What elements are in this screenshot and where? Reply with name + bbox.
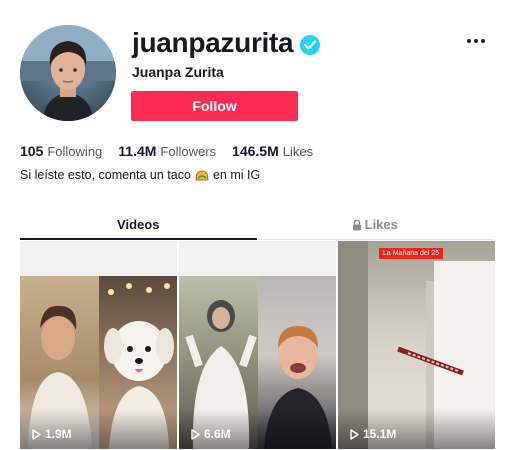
bio-suffix: en mi IG bbox=[212, 168, 261, 182]
likes-count: 146.5M Likes bbox=[232, 143, 313, 159]
followers-count[interactable]: 11.4M Followers bbox=[118, 143, 216, 159]
following-label: Following bbox=[47, 144, 103, 159]
tab-videos-label: Videos bbox=[117, 216, 160, 232]
tab-likes[interactable]: Likes bbox=[256, 210, 493, 240]
profile-avatar bbox=[20, 25, 116, 121]
follow-button[interactable]: Follow bbox=[131, 91, 298, 121]
bio-text: Si leíste esto, comenta un taco bbox=[20, 168, 191, 182]
play-icon bbox=[191, 428, 200, 440]
view-count-value: 6.6M bbox=[204, 427, 231, 441]
view-count: 1.9M bbox=[32, 427, 72, 441]
video-badge: La Mañana del 25 bbox=[379, 248, 444, 259]
more-options-icon[interactable] bbox=[463, 31, 489, 51]
view-count: 15.1M bbox=[350, 427, 396, 441]
taco-icon bbox=[195, 170, 209, 181]
username: juanpazurita bbox=[132, 27, 294, 58]
followers-value: 11.4M bbox=[118, 143, 157, 159]
verified-badge-icon bbox=[300, 34, 321, 55]
likes-value: 146.5M bbox=[232, 143, 279, 159]
play-icon bbox=[32, 428, 41, 440]
tab-likes-label: Likes bbox=[364, 217, 398, 232]
video-grid: 1.9M 6.6M La Mañana del 25 15.1M bbox=[20, 241, 495, 449]
tab-videos[interactable]: Videos bbox=[20, 210, 257, 240]
profile-stats: 105 Following 11.4M Followers 146.5M Likes bbox=[20, 143, 313, 159]
video-card[interactable]: 1.9M bbox=[20, 241, 177, 449]
likes-label: Likes bbox=[282, 144, 314, 159]
bio: Si leíste esto, comenta un taco en mi IG bbox=[20, 168, 260, 182]
lock-icon bbox=[352, 219, 362, 231]
following-value: 105 bbox=[20, 143, 44, 159]
video-card[interactable]: La Mañana del 25 15.1M bbox=[338, 241, 495, 449]
nickname: Juanpa Zurita bbox=[132, 64, 224, 80]
view-count: 6.6M bbox=[191, 427, 231, 441]
play-icon bbox=[350, 428, 359, 440]
video-card[interactable]: 6.6M bbox=[179, 241, 336, 449]
profile-tabs: Videos Likes bbox=[20, 210, 493, 240]
following-count[interactable]: 105 Following bbox=[20, 143, 102, 159]
view-count-value: 15.1M bbox=[363, 427, 397, 441]
followers-label: Followers bbox=[160, 144, 217, 159]
view-count-value: 1.9M bbox=[45, 427, 72, 441]
